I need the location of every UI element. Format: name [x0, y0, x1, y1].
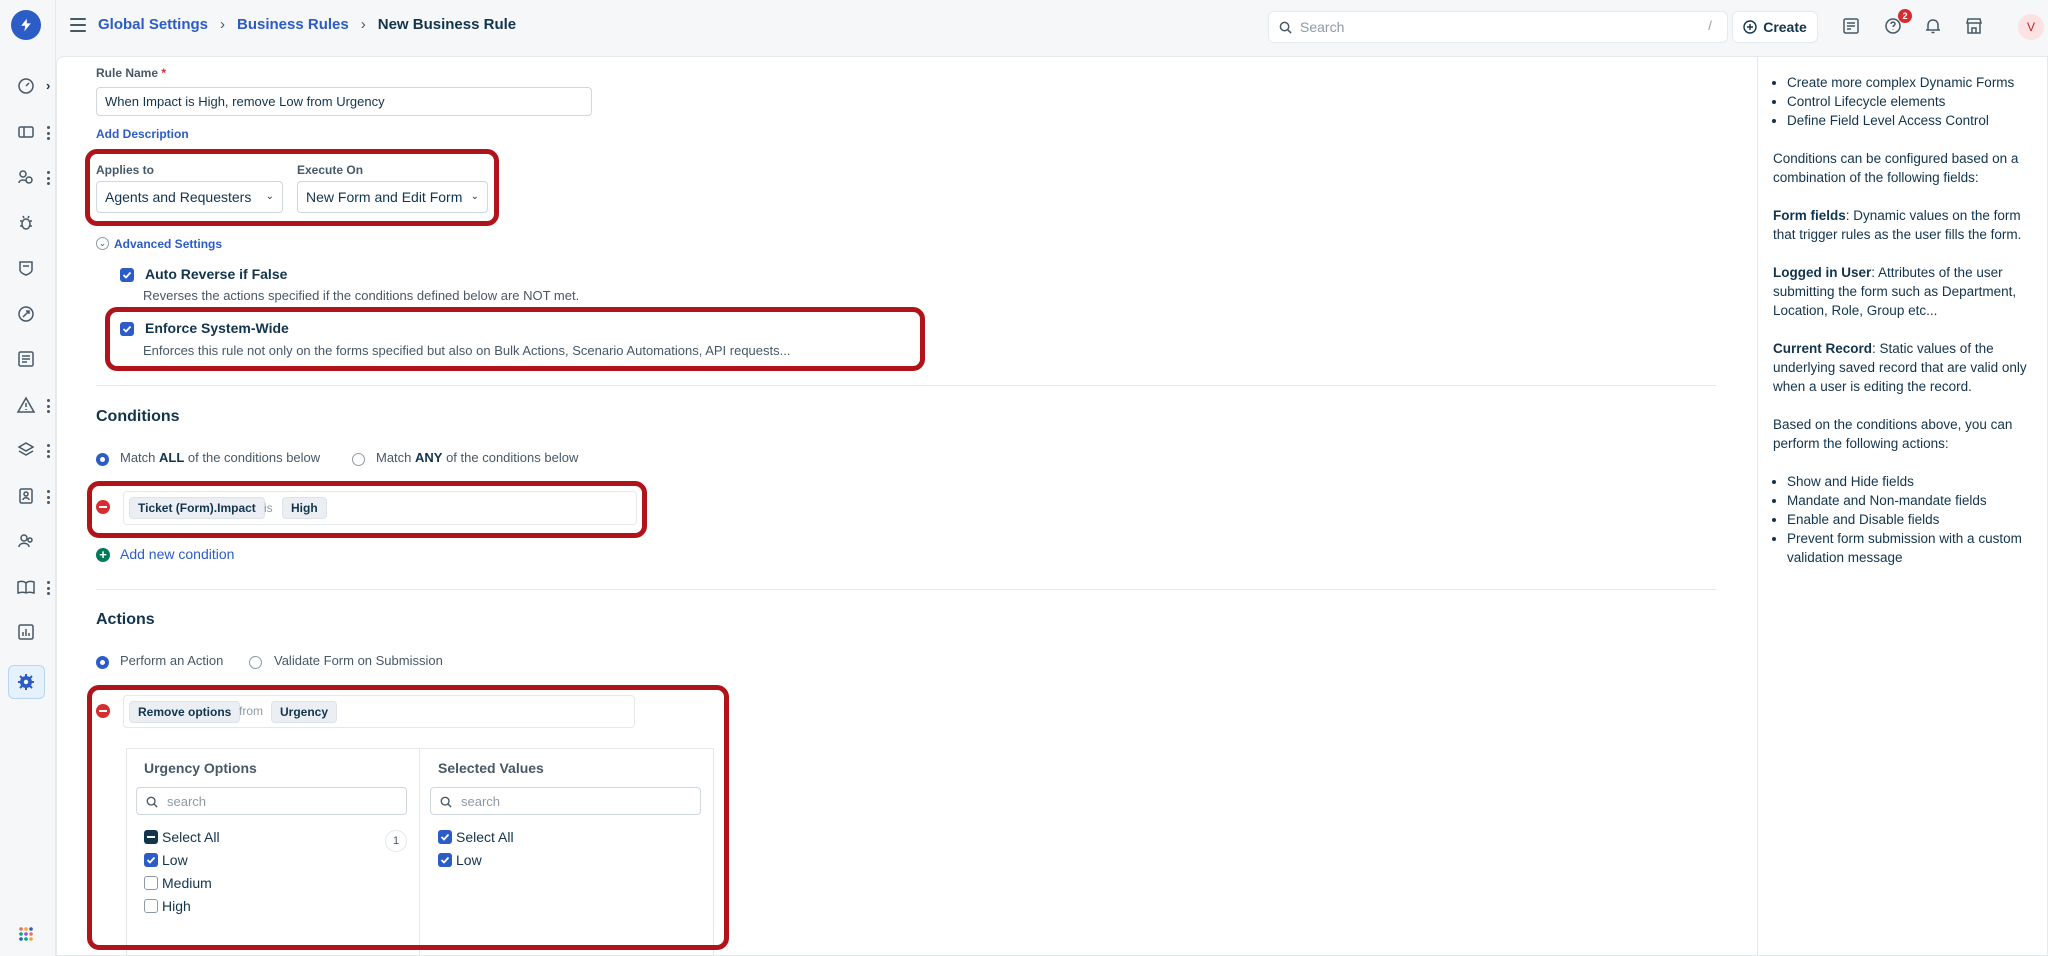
- tickets-more-icon[interactable]: [46, 126, 50, 140]
- advanced-settings-toggle-icon[interactable]: ⌄: [96, 237, 109, 250]
- help-actions-intro: Based on the conditions above, you can p…: [1773, 417, 2013, 451]
- highlight-enforce-system-wide: [105, 307, 925, 371]
- match-any-text: Match: [376, 450, 416, 465]
- assets-more-icon[interactable]: [46, 444, 50, 458]
- perform-action-label[interactable]: Perform an Action: [120, 653, 223, 668]
- groups-icon[interactable]: [14, 529, 38, 553]
- marketplace-store-icon[interactable]: [1963, 15, 1985, 37]
- bug-icon[interactable]: [14, 211, 38, 235]
- match-all-radio[interactable]: [96, 453, 109, 466]
- contacts-more-icon[interactable]: [46, 490, 50, 504]
- validate-form-label[interactable]: Validate Form on Submission: [274, 653, 443, 668]
- rule-name-value: When Impact is High, remove Low from Urg…: [105, 94, 385, 109]
- solutions-more-icon[interactable]: [46, 581, 50, 595]
- add-description-link[interactable]: Add Description: [96, 127, 189, 141]
- rule-form: Rule Name * When Impact is High, remove …: [57, 57, 1757, 956]
- problems-more-icon[interactable]: [46, 171, 50, 185]
- auto-reverse-checkbox[interactable]: [120, 268, 134, 282]
- match-all-text: Match: [120, 450, 160, 465]
- perform-action-radio[interactable]: [96, 656, 109, 669]
- search-placeholder: Search: [1300, 19, 1345, 35]
- create-button[interactable]: Create: [1732, 11, 1818, 43]
- auto-reverse-title: Auto Reverse if False: [145, 266, 288, 282]
- chevron-right-icon: ›: [220, 16, 226, 33]
- highlight-action-block: [87, 685, 729, 950]
- dashboard-icon[interactable]: [14, 74, 38, 98]
- required-asterisk: *: [161, 66, 167, 80]
- match-any-radio[interactable]: [352, 453, 365, 466]
- divider: [96, 385, 1716, 386]
- actions-heading: Actions: [96, 611, 155, 628]
- breadcrumb-global-settings[interactable]: Global Settings: [98, 16, 208, 33]
- plus-circle-icon: [1743, 20, 1757, 34]
- match-any-bold: ANY: [415, 450, 443, 465]
- add-condition-icon[interactable]: +: [96, 548, 110, 562]
- match-any-text-post: of the conditions below: [442, 450, 579, 465]
- alerts-more-icon[interactable]: [46, 399, 50, 413]
- help-term: Form fields: [1773, 208, 1846, 223]
- match-all-label[interactable]: Match ALL of the conditions below: [120, 450, 320, 465]
- help-term: Logged in User: [1773, 265, 1872, 280]
- auto-reverse-description: Reverses the actions specified if the co…: [143, 288, 580, 303]
- problems-icon[interactable]: [14, 165, 38, 189]
- help-bullet: Create more complex Dynamic Forms: [1787, 73, 2037, 92]
- divider: [96, 589, 1716, 590]
- match-all-text-post: of the conditions below: [184, 450, 321, 465]
- tickets-icon[interactable]: [14, 120, 38, 144]
- contacts-icon[interactable]: [14, 484, 38, 508]
- match-any-label[interactable]: Match ANY of the conditions below: [376, 450, 578, 465]
- tasks-icon[interactable]: [14, 347, 38, 371]
- user-avatar[interactable]: V: [2018, 14, 2044, 40]
- help-current-record: Current Record: Static values of the und…: [1773, 339, 2037, 396]
- advanced-settings-toggle[interactable]: Advanced Settings: [114, 237, 222, 251]
- validate-form-radio[interactable]: [249, 656, 262, 669]
- conditions-heading: Conditions: [96, 408, 180, 425]
- chevron-right-icon: ›: [360, 16, 366, 33]
- breadcrumb-current-page: New Business Rule: [377, 16, 517, 33]
- help-intro: Conditions can be configured based on a …: [1773, 151, 2019, 185]
- rule-name-label-text: Rule Name: [96, 66, 159, 80]
- match-all-bold: ALL: [159, 450, 185, 465]
- create-button-label: Create: [1763, 19, 1807, 35]
- expand-nav-icon[interactable]: ›: [46, 78, 50, 93]
- help-form-fields: Form fields: Dynamic values on the form …: [1773, 206, 2037, 244]
- help-panel: Create more complex Dynamic Forms Contro…: [1757, 57, 2048, 956]
- approvals-icon[interactable]: [1840, 15, 1862, 37]
- help-bullet: Define Field Level Access Control: [1787, 111, 2037, 130]
- highlight-condition-row: [87, 481, 647, 538]
- help-bullet: Enable and Disable fields: [1787, 510, 2037, 529]
- notifications-bell-icon[interactable]: [1922, 15, 1944, 37]
- help-bullet: Prevent form submission with a custom va…: [1787, 529, 2037, 567]
- help-term: Current Record: [1773, 341, 1873, 356]
- help-notification-badge: 2: [1898, 9, 1912, 23]
- assets-icon[interactable]: [14, 438, 38, 462]
- changes-icon[interactable]: [14, 256, 38, 280]
- add-new-condition-link[interactable]: Add new condition: [120, 546, 234, 562]
- rule-name-label: Rule Name *: [96, 66, 166, 80]
- reports-icon[interactable]: [14, 620, 38, 644]
- left-nav-rail: ›: [0, 0, 56, 956]
- search-icon: [1279, 21, 1292, 34]
- global-search-input[interactable]: Search /: [1268, 11, 1728, 43]
- apps-grid-icon[interactable]: [14, 922, 38, 946]
- search-shortcut-key: /: [1708, 18, 1712, 33]
- releases-icon[interactable]: [14, 302, 38, 326]
- help-bullet: Mandate and Non-mandate fields: [1787, 491, 2037, 510]
- help-bullet: Control Lifecycle elements: [1787, 92, 2037, 111]
- solutions-icon[interactable]: [14, 575, 38, 599]
- alerts-icon[interactable]: [14, 393, 38, 417]
- help-logged-in-user: Logged in User: Attributes of the user s…: [1773, 263, 2037, 320]
- breadcrumb: Global Settings › Business Rules › New B…: [98, 16, 516, 33]
- highlight-applies-execute: [85, 149, 499, 226]
- admin-settings-icon[interactable]: [14, 670, 38, 694]
- rule-name-input[interactable]: When Impact is High, remove Low from Urg…: [96, 87, 592, 116]
- main-panel: Rule Name * When Impact is High, remove …: [56, 56, 2048, 956]
- top-bar: Global Settings › Business Rules › New B…: [56, 0, 2048, 52]
- help-bullet: Show and Hide fields: [1787, 472, 2037, 491]
- menu-icon[interactable]: [70, 18, 86, 32]
- breadcrumb-business-rules[interactable]: Business Rules: [237, 16, 349, 33]
- app-logo-icon[interactable]: [11, 10, 41, 40]
